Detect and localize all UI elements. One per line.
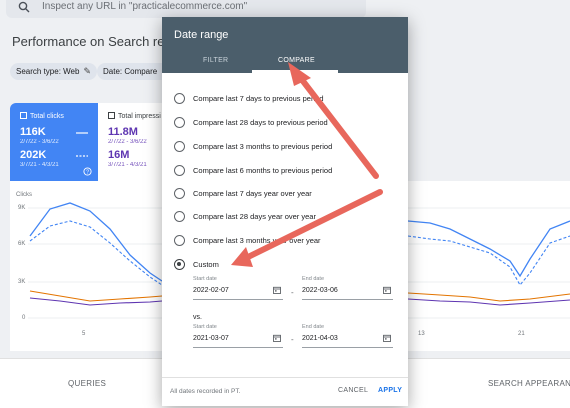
apply-button[interactable]: APPLY	[378, 387, 402, 394]
filter-chip-label: Date: Compare	[103, 67, 158, 76]
calendar-icon[interactable]	[273, 286, 281, 294]
tab-compare[interactable]: COMPARE	[278, 57, 315, 64]
tab-search-appearance[interactable]: SEARCH APPEARANCE	[488, 379, 570, 388]
metric-value: 11.8M	[108, 126, 138, 138]
dialog-footer: All dates recorded in PT. CANCEL APPLY	[162, 377, 408, 406]
option-label: Custom	[193, 259, 219, 269]
field-value: 2021-03-07	[193, 335, 229, 342]
calendar-icon[interactable]	[383, 286, 391, 294]
option-compare-3-months-previous[interactable]: Compare last 3 months to previous period	[174, 139, 332, 153]
field-value: 2022-03-06	[302, 287, 338, 294]
tab-filter[interactable]: FILTER	[203, 57, 228, 64]
field-label: End date	[302, 324, 325, 330]
cancel-button[interactable]: CANCEL	[338, 387, 368, 394]
date-separator: -	[291, 335, 294, 344]
series-line-clicks	[407, 220, 570, 278]
metric-label: Total clicks	[20, 112, 64, 120]
option-compare-28-days-previous[interactable]: Compare last 28 days to previous period	[174, 115, 328, 129]
series-dashed-icon	[76, 155, 88, 157]
option-label: Compare last 28 days year over year	[193, 211, 316, 221]
url-inspect-search[interactable]: Inspect any URL in "practicalecommerce.c…	[6, 0, 366, 18]
vs-label: vs.	[193, 314, 202, 321]
filter-chip-search-type[interactable]: Search type: Web ✎	[10, 63, 97, 80]
calendar-icon[interactable]	[273, 334, 281, 342]
radio-button[interactable]	[174, 187, 185, 199]
date-separator: -	[291, 288, 294, 297]
series-line-clicks-prev	[29, 220, 163, 286]
option-custom[interactable]: Custom	[174, 257, 219, 271]
timezone-note: All dates recorded in PT.	[170, 388, 241, 395]
checkbox-icon	[20, 112, 27, 119]
radio-button[interactable]	[174, 164, 185, 176]
checkbox-icon	[108, 112, 115, 119]
option-label: Compare last 7 days year over year	[193, 188, 312, 198]
start-date-field[interactable]: Start date 2022-02-07	[193, 276, 283, 300]
metric-value: 202K	[20, 149, 47, 161]
active-tab-indicator	[252, 70, 338, 73]
radio-button-checked[interactable]	[174, 258, 185, 270]
metric-label: Total impressi	[108, 112, 161, 120]
metric-value: 16M	[108, 149, 130, 161]
field-value: 2022-02-07	[193, 287, 229, 294]
field-label: End date	[302, 276, 325, 282]
option-label: Compare last 3 months to previous period	[193, 141, 333, 151]
metric-value: 116K	[20, 126, 46, 138]
dialog-title: Date range	[174, 29, 229, 41]
option-compare-6-months-previous[interactable]: Compare last 6 months to previous period	[174, 163, 332, 177]
date-range-dialog: Date range FILTER COMPARE Compare last 7…	[162, 17, 408, 406]
metric-card-clicks[interactable]: Total clicks 116K 2/7/22 - 3/6/22 202K 3…	[10, 103, 98, 181]
tab-queries[interactable]: QUERIES	[68, 379, 106, 388]
end-date-field[interactable]: End date 2022-03-06	[302, 276, 393, 300]
radio-button[interactable]	[174, 210, 185, 222]
search-icon	[18, 1, 30, 13]
radio-button[interactable]	[174, 92, 185, 104]
series-line-clicks	[29, 202, 163, 282]
calendar-icon[interactable]	[383, 334, 391, 342]
series-line-impressions	[407, 292, 570, 302]
metric-date: 2/7/22 - 3/6/22	[108, 139, 147, 145]
option-compare-7-days-yoy[interactable]: Compare last 7 days year over year	[174, 186, 312, 200]
radio-button[interactable]	[174, 116, 185, 128]
search-placeholder: Inspect any URL in "practicalecommerce.c…	[42, 1, 248, 12]
series-line-impressions-prev	[29, 297, 163, 306]
option-label: Compare last 6 months to previous period	[193, 165, 333, 175]
series-line-clicks-prev	[407, 235, 570, 286]
option-label: Compare last 28 days to previous period	[193, 117, 328, 127]
compare-end-date-field[interactable]: End date 2021-04-03	[302, 324, 393, 348]
field-label: Start date	[193, 324, 217, 330]
option-label: Compare last 7 days to previous period	[193, 93, 324, 103]
metric-date: 2/7/22 - 3/6/22	[20, 139, 59, 145]
option-label: Compare last 3 months year over year	[193, 235, 321, 245]
svg-text:?: ?	[86, 170, 89, 176]
metric-date: 3/7/21 - 4/3/21	[108, 162, 147, 168]
radio-button[interactable]	[174, 234, 185, 246]
field-value: 2021-04-03	[302, 335, 338, 342]
field-label: Start date	[193, 276, 217, 282]
filter-chip-label: Search type: Web	[16, 67, 80, 76]
option-compare-7-days-previous[interactable]: Compare last 7 days to previous period	[174, 91, 324, 105]
metric-card-impressions[interactable]: Total impressi 11.8M 2/7/22 - 3/6/22 16M…	[98, 103, 168, 181]
radio-button[interactable]	[174, 140, 185, 152]
series-line-icon	[76, 132, 88, 134]
edit-icon: ✎	[83, 66, 91, 76]
dialog-header: Date range FILTER COMPARE	[162, 17, 408, 73]
option-compare-3-months-yoy[interactable]: Compare last 3 months year over year	[174, 233, 321, 247]
metric-date: 3/7/21 - 4/3/21	[20, 162, 59, 168]
help-icon[interactable]: ?	[83, 167, 92, 176]
compare-start-date-field[interactable]: Start date 2021-03-07	[193, 324, 283, 348]
option-compare-28-days-yoy[interactable]: Compare last 28 days year over year	[174, 209, 316, 223]
